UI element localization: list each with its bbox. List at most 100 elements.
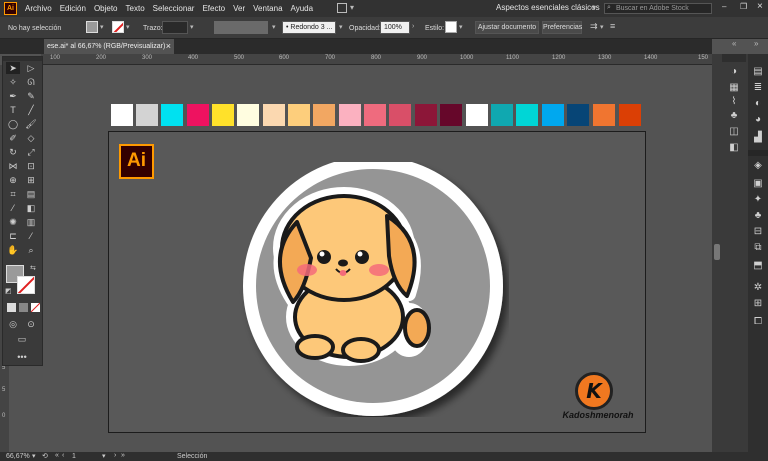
menu-ver[interactable]: Ver [233,4,245,13]
ellipse-tool-icon[interactable]: ◯ [6,118,20,130]
brush-definition-dropdown[interactable]: • Redondo 3 ... [282,21,336,34]
align-panel-icon[interactable]: ⊟ [752,226,764,238]
color-swatch[interactable] [415,104,437,126]
color-swatch[interactable] [567,104,589,126]
chevron-down-icon[interactable]: ▾ [126,23,130,31]
appearance-panel-icon[interactable]: ◧ [728,142,740,154]
line-tool-icon[interactable]: ╱ [24,104,38,116]
draw-normal-icon[interactable]: ◎ [6,318,20,330]
panel-menu-icon[interactable]: ≡ [610,21,615,31]
tab-document[interactable]: ese.ai* al 66,67% (RGB/Previsualizar) × [44,39,174,54]
rotate-tool-icon[interactable]: ↻ [6,146,20,158]
color-swatch[interactable] [212,104,234,126]
chevron-right-icon[interactable]: › [412,23,414,30]
libraries-panel-icon[interactable]: ▣ [752,178,764,190]
color-swatch[interactable] [466,104,488,126]
opacity-input[interactable]: 100% [380,21,410,34]
draw-inside-icon[interactable]: ⊙ [24,318,38,330]
shaper-tool-icon[interactable]: ✐ [6,132,20,144]
slice-tool-icon[interactable]: ⁄ [24,230,38,242]
zoom-level[interactable]: 66,67% [6,453,30,460]
type-tool-icon[interactable]: T [6,104,20,116]
color-swatch[interactable] [339,104,361,126]
artboards-panel-icon[interactable]: ⧠ [752,316,764,328]
color-swatch[interactable] [288,104,310,126]
gradient-panel-icon[interactable]: ◐ [752,98,764,110]
curvature-tool-icon[interactable]: ✎ [24,90,38,102]
more-tools-icon[interactable]: ••• [15,351,29,363]
color-swatch[interactable] [364,104,386,126]
chevron-down-icon[interactable]: ▾ [190,23,194,31]
toolbar-grip[interactable] [3,57,42,61]
scale-tool-icon[interactable]: ⤢ [24,146,38,158]
swap-colors-icon[interactable]: ⇆ [30,264,36,272]
restore-icon[interactable]: ❐ [740,2,747,11]
minimize-icon[interactable]: – [722,2,726,11]
hand-tool-icon[interactable]: ✋ [6,244,20,256]
pen-tool-icon[interactable]: ✒ [6,90,20,102]
pathfinder-panel-icon[interactable]: ⧉ [752,242,764,254]
color-swatch[interactable] [136,104,158,126]
double-chevron-icon[interactable]: « [732,39,736,48]
close-icon[interactable]: × [757,1,763,12]
color-swatch[interactable] [313,104,335,126]
next-artboard-icon[interactable]: › [114,452,116,459]
magic-wand-tool-icon[interactable]: ✧ [6,76,20,88]
menu-edicion[interactable]: Edición [60,4,86,13]
color-swatch[interactable] [161,104,183,126]
close-tab-icon[interactable]: × [166,39,171,54]
previous-artboard-icon[interactable]: ‹ [62,452,64,459]
none-mode-icon[interactable] [31,303,40,312]
direct-selection-tool-icon[interactable]: ▷ [24,62,38,74]
chevron-down-icon[interactable]: ▾ [339,23,343,31]
chevron-down-icon[interactable]: ▾ [102,452,106,460]
column-graph-tool-icon[interactable]: ▥ [24,216,38,228]
stroke-swatch[interactable] [17,276,35,294]
mesh-tool-icon[interactable]: ⌗ [6,188,20,200]
fill-color-swatch[interactable] [86,21,98,33]
preferences-button[interactable]: Preferencias [542,21,582,34]
chevron-down-icon[interactable]: ▾ [32,452,36,460]
color-swatch[interactable] [187,104,209,126]
color-swatch[interactable] [542,104,564,126]
eraser-tool-icon[interactable]: ◇ [24,132,38,144]
blend-tool-icon[interactable]: ◧ [24,202,38,214]
chevron-down-icon[interactable]: ▾ [272,23,276,31]
color-swatch[interactable] [593,104,615,126]
screen-mode-icon[interactable]: ▭ [15,333,29,345]
selection-tool-icon[interactable]: ➤ [6,62,20,74]
chevron-down-icon[interactable]: ▾ [600,23,604,31]
eyedropper-tool-icon[interactable]: ⁄ [6,202,20,214]
stroke-panel-icon[interactable]: ≣ [752,82,764,94]
artboard-number[interactable]: 1 [72,453,76,460]
zoom-tool-icon[interactable]: ⌕ [24,244,38,256]
color-swatch[interactable] [516,104,538,126]
symbols-panel-icon[interactable]: ♣ [728,110,740,122]
color-swatch[interactable] [389,104,411,126]
properties-panel-icon[interactable]: ▤ [752,66,764,78]
chevron-down-icon[interactable]: ▾ [459,23,463,31]
scroll-thumb[interactable] [714,244,720,260]
layers-panel-icon[interactable]: ◈ [752,160,764,172]
color-swatch[interactable] [111,104,133,126]
default-colors-icon[interactable]: ◩ [5,287,12,295]
menu-efecto[interactable]: Efecto [202,4,225,13]
transparency-panel-icon[interactable]: ◕ [752,114,764,126]
image-trace-panel-icon[interactable]: ▟ [752,132,764,144]
first-artboard-icon[interactable]: « [55,452,59,459]
chevron-down-icon[interactable]: ▾ [100,23,104,31]
arrange-icon[interactable]: ⇉ [590,21,598,32]
artboard-tool-icon[interactable]: ⊏ [6,230,20,242]
symbol-sprayer-tool-icon[interactable]: ✺ [6,216,20,228]
color-swatch[interactable] [491,104,513,126]
collapse-icon[interactable]: » [754,39,758,48]
variable-width-profile[interactable] [214,21,268,34]
width-tool-icon[interactable]: ⋈ [6,160,20,172]
stroke-weight-input[interactable] [162,21,188,34]
paintbrush-tool-icon[interactable]: 🖌 [24,118,38,130]
color-panel-icon[interactable]: ◑ [728,66,740,78]
perspective-grid-tool-icon[interactable]: ⊞ [24,174,38,186]
chevron-down-icon[interactable]: ▾ [350,3,354,12]
brushes-icon[interactable]: ✦ [752,194,764,206]
artboard[interactable]: Ai K Kadoshmenorah [108,131,646,433]
